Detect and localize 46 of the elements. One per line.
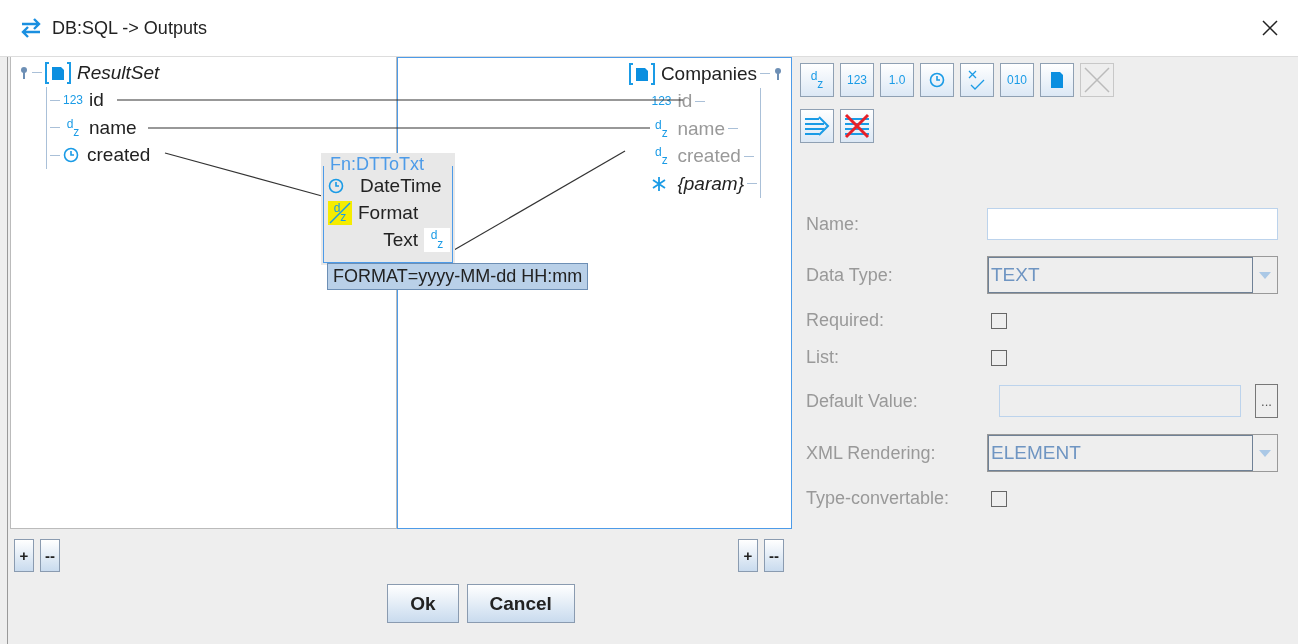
source-field[interactable]: created xyxy=(87,144,151,167)
caret-icon xyxy=(1259,449,1271,457)
field-label: Default Value: xyxy=(805,390,919,412)
key-pin-icon xyxy=(773,66,783,81)
field-label: XML Rendering: xyxy=(805,442,937,464)
checkbox[interactable] xyxy=(991,490,1007,507)
clock-icon xyxy=(328,177,344,194)
record-icon xyxy=(628,62,655,85)
close-icon[interactable] xyxy=(1262,20,1278,36)
arrow-lines-icon xyxy=(803,114,831,138)
remove-button[interactable]: -- xyxy=(40,539,60,572)
source-record-name: ResultSet xyxy=(77,61,160,84)
close-icon xyxy=(1083,66,1111,94)
integer-type-icon: 123 xyxy=(63,93,84,108)
field-label: List: xyxy=(805,347,840,368)
function-input[interactable]: Format xyxy=(358,201,419,224)
field-label: Required: xyxy=(805,310,886,331)
target-record-name: Companies xyxy=(660,62,757,85)
cancel-button[interactable]: Cancel xyxy=(466,584,575,623)
function-input[interactable]: DateTime xyxy=(360,174,442,197)
add-button[interactable]: + xyxy=(14,539,34,572)
field-label: Name: xyxy=(805,213,860,235)
asterisk-icon xyxy=(651,175,668,192)
source-field[interactable]: name xyxy=(89,116,137,139)
clock-icon xyxy=(63,147,79,164)
checkbox[interactable] xyxy=(991,312,1007,329)
clock-icon xyxy=(929,72,945,88)
tooltip: FORMAT=yyyy-MM-dd HH:mm xyxy=(327,263,589,290)
unmap-icon xyxy=(843,113,871,139)
checkbox[interactable] xyxy=(991,349,1007,366)
function-output[interactable]: Text xyxy=(383,228,418,251)
swap-arrows-icon xyxy=(20,18,42,38)
name-field[interactable] xyxy=(987,208,1278,240)
caret-icon xyxy=(1259,271,1271,279)
add-button[interactable]: + xyxy=(738,539,758,572)
document-icon xyxy=(1049,71,1065,89)
field-label: Data Type: xyxy=(805,264,894,286)
window-title: DB:SQL -> Outputs xyxy=(52,17,208,39)
remove-button[interactable]: -- xyxy=(764,539,784,572)
target-field[interactable]: {param} xyxy=(677,172,744,195)
key-pin-icon xyxy=(19,65,29,80)
ok-button[interactable]: Ok xyxy=(387,584,459,623)
record-icon xyxy=(45,61,71,84)
field-label: Type-convertable: xyxy=(805,488,951,509)
integer-type-icon: 123 xyxy=(651,94,672,109)
source-field[interactable]: id xyxy=(89,89,104,112)
